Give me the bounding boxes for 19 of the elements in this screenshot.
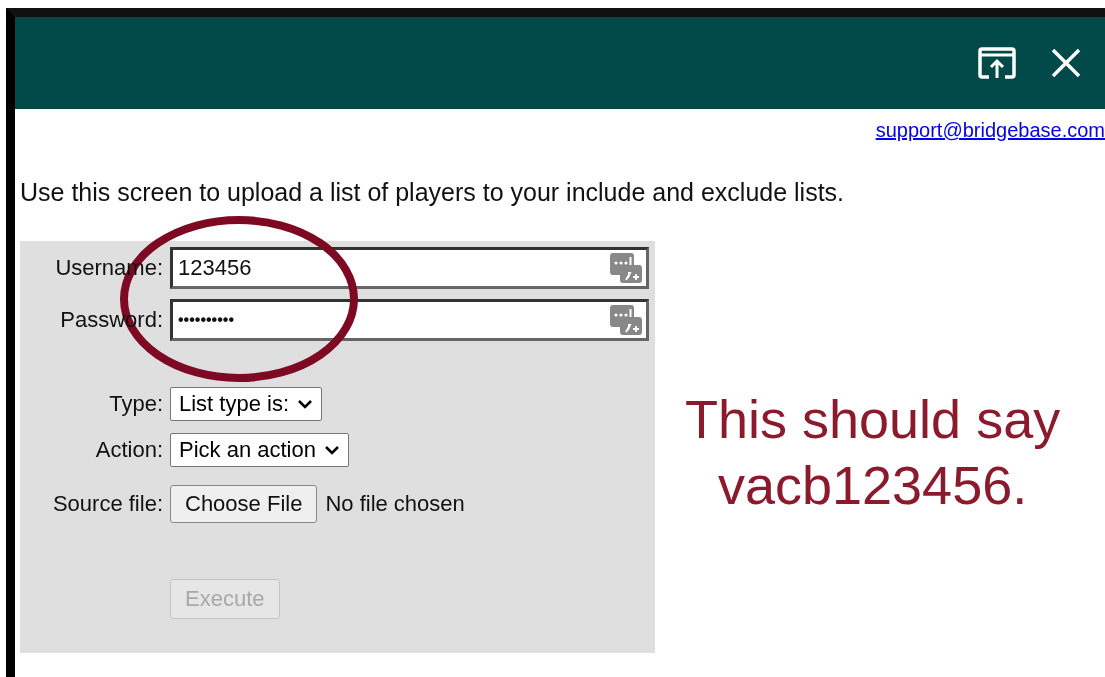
popout-icon[interactable] bbox=[977, 46, 1017, 80]
field-label: Action: bbox=[94, 437, 163, 463]
dropdown[interactable]: List type is: bbox=[170, 387, 323, 421]
file-status-text: No file chosen bbox=[325, 491, 465, 517]
close-icon[interactable] bbox=[1051, 48, 1081, 78]
chevron-icon bbox=[297, 399, 314, 409]
username-field[interactable]: 123456 bbox=[170, 247, 649, 289]
support-email-link[interactable]: support@bridgebase.com bbox=[875, 119, 1105, 142]
autofill-icon bbox=[610, 305, 642, 335]
dropdown[interactable]: Pick an action bbox=[170, 433, 349, 467]
annotation-text: This should say bbox=[685, 388, 1061, 451]
instruction-text: Use this screen to upload a list of players to your include and exclude lists. bbox=[20, 178, 846, 207]
autofill-icon bbox=[610, 253, 642, 283]
field-label: Type: bbox=[108, 391, 163, 417]
chevron-icon bbox=[323, 445, 340, 455]
field-label: Source file: bbox=[51, 491, 163, 517]
password-field[interactable]: •••••••••• bbox=[170, 299, 649, 341]
choose-file-button[interactable]: Choose File bbox=[170, 485, 318, 523]
annotation-text: vacb123456. bbox=[716, 454, 1029, 517]
